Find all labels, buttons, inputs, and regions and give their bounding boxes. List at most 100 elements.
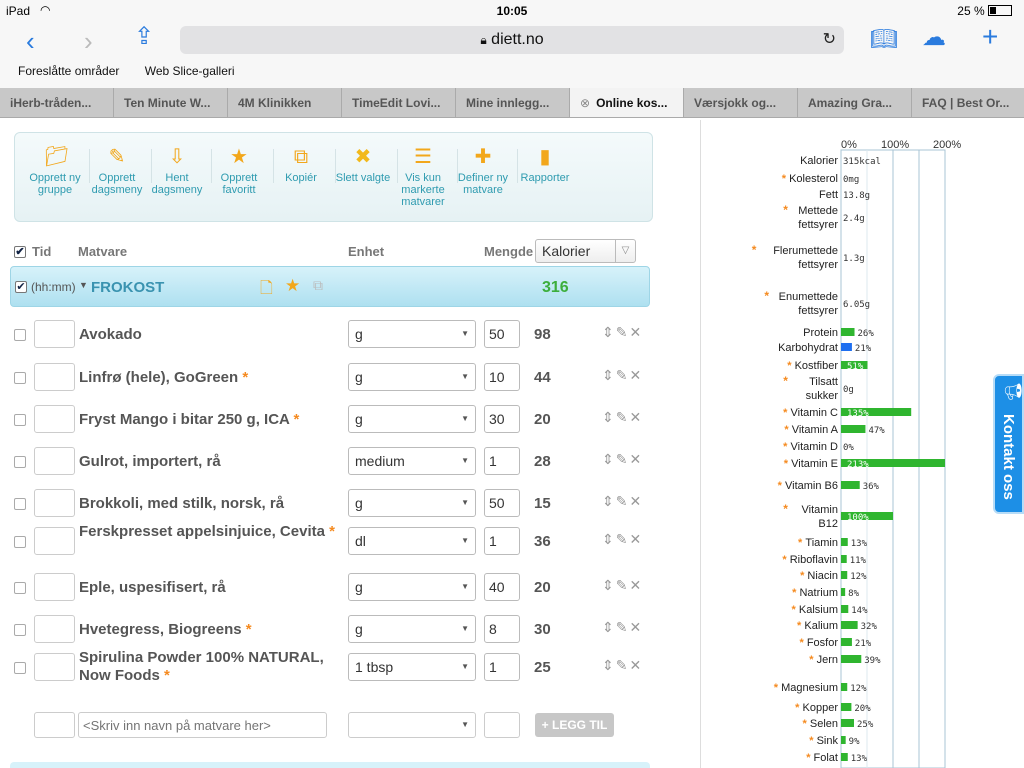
edit-icon[interactable]: ✎ [616,619,630,635]
unit-select[interactable]: dl ▼ [348,527,476,555]
address-bar[interactable]: 🔒︎ diett.no ↻ [180,26,844,54]
add-time-input[interactable] [34,712,75,738]
bookmark-item[interactable]: Web Slice-galleri [145,64,235,78]
close-tab-icon[interactable]: ⊗ [580,96,590,110]
delete-icon[interactable]: ✕ [629,451,643,467]
browser-tab[interactable]: Mine innlegg... [456,88,570,117]
move-icon[interactable]: ⇕ [602,531,616,547]
time-input[interactable] [34,363,75,391]
delete-icon[interactable]: ✕ [629,531,643,547]
move-icon[interactable]: ⇕ [602,367,616,383]
row-checkbox[interactable] [14,372,26,384]
move-icon[interactable]: ⇕ [602,619,616,635]
quantity-input[interactable]: 1 [484,527,520,555]
toolbar-define-food-button[interactable]: ✚ Definer ny matvare [451,147,515,196]
add-food-input[interactable] [78,712,327,738]
move-icon[interactable]: ⇕ [602,451,616,467]
browser-tab[interactable]: Værsjokk og... [684,88,798,117]
row-checkbox[interactable] [14,582,26,594]
edit-icon[interactable]: ✎ [616,324,630,340]
move-icon[interactable]: ⇕ [602,409,616,425]
edit-icon[interactable]: ✎ [616,657,630,673]
toolbar-edit-menu-button[interactable]: ✎ Opprett dagsmeny [85,147,149,196]
icloud-icon[interactable]: ☁︎ [922,25,946,51]
food-name[interactable]: Fryst Mango i bitar 250 g, ICA * [79,411,339,429]
time-input[interactable] [34,489,75,517]
add-unit-select[interactable]: ▼ [348,712,476,738]
quantity-input[interactable]: 10 [484,363,520,391]
time-input[interactable] [34,653,75,681]
add-food-button[interactable]: + LEGG TIL [535,713,614,737]
add-qty-input[interactable] [484,712,520,738]
row-checkbox[interactable] [14,624,26,636]
row-checkbox[interactable] [14,414,26,426]
delete-icon[interactable]: ✕ [629,577,643,593]
unit-select[interactable]: medium ▼ [348,447,476,475]
meal-checkbox[interactable] [15,281,27,293]
document-icon[interactable]: 🗋︎ [260,277,273,304]
browser-tab[interactable]: 4M Klinikken [228,88,342,117]
delete-icon[interactable]: ✕ [629,409,643,425]
food-name[interactable]: Avokado [79,326,339,344]
caret-down-icon[interactable]: ▼ [79,280,88,290]
time-input[interactable] [34,320,75,348]
browser-tab[interactable]: Ten Minute W... [114,88,228,117]
quantity-input[interactable]: 1 [484,447,520,475]
food-name[interactable]: Ferskpresset appelsinjuice, Cevita * [79,523,339,541]
unit-select[interactable]: g ▼ [348,615,476,643]
toolbar-list-button[interactable]: ☰ Vis kun markerte matvarer [391,147,455,208]
contact-tab[interactable]: 📢︎ Kontakt oss [993,374,1024,514]
unit-select[interactable]: g ▼ [348,320,476,348]
row-checkbox[interactable] [14,456,26,468]
toolbar-fetch-menu-button[interactable]: ⇩ Hent dagsmeny [145,147,209,196]
meal-time[interactable]: (hh:mm) [31,280,76,294]
toolbar-star-add-button[interactable]: ★ Opprett favoritt [207,147,271,196]
food-name[interactable]: Linfrø (hele), GoGreen * [79,369,339,387]
unit-select[interactable]: g ▼ [348,573,476,601]
toolbar-copy-button[interactable]: ⧉ Kopiér [269,147,333,184]
food-name[interactable]: Spirulina Powder 100% NATURAL, Now Foods… [79,649,339,685]
edit-icon[interactable]: ✎ [616,493,630,509]
nutrient-select[interactable]: Kalorier ▽ [535,239,636,263]
browser-tab[interactable]: TimeEdit Lovi... [342,88,456,117]
delete-icon[interactable]: ✕ [629,324,643,340]
delete-icon[interactable]: ✕ [629,619,643,635]
forward-icon[interactable]: › [84,28,93,54]
reload-icon[interactable]: ↻ [823,26,836,54]
move-icon[interactable]: ⇕ [602,577,616,593]
row-checkbox[interactable] [14,498,26,510]
quantity-input[interactable]: 30 [484,405,520,433]
edit-icon[interactable]: ✎ [616,451,630,467]
meal-header-frokost[interactable]: (hh:mm) ▼ FROKOST 🗋︎ ★ ⧉ 316 [10,266,650,307]
food-name[interactable]: Brokkoli, med stilk, norsk, rå [79,495,339,513]
share-icon[interactable]: ⇪ [134,24,154,50]
browser-tab[interactable]: Amazing Gra... [798,88,912,117]
food-name[interactable]: Eple, uspesifisert, rå [79,579,339,597]
star-icon[interactable]: ★ [285,276,300,296]
bookmarks-icon[interactable]: 📖︎ [870,26,898,52]
edit-icon[interactable]: ✎ [616,577,630,593]
bookmark-item[interactable]: Foreslåtte områder [18,64,119,78]
quantity-input[interactable]: 50 [484,320,520,348]
quantity-input[interactable]: 1 [484,653,520,681]
unit-select[interactable]: g ▼ [348,489,476,517]
copy-icon[interactable]: ⧉ [313,277,323,294]
row-checkbox[interactable] [14,536,26,548]
food-name[interactable]: Gulrot, importert, rå [79,453,339,471]
time-input[interactable] [34,405,75,433]
move-icon[interactable]: ⇕ [602,324,616,340]
time-input[interactable] [34,447,75,475]
browser-tab[interactable]: iHerb-tråden... [0,88,114,117]
back-icon[interactable]: ‹ [26,28,35,54]
row-checkbox[interactable] [14,329,26,341]
edit-icon[interactable]: ✎ [616,367,630,383]
unit-select[interactable]: g ▼ [348,363,476,391]
time-input[interactable] [34,527,75,555]
toolbar-bar-chart-button[interactable]: ▮ Rapporter [513,147,577,184]
move-icon[interactable]: ⇕ [602,657,616,673]
quantity-input[interactable]: 50 [484,489,520,517]
toolbar-delete-button[interactable]: ✖ Slett valgte [331,147,395,184]
time-input[interactable] [34,615,75,643]
browser-tab[interactable]: FAQ | Best Or... [912,88,1024,117]
unit-select[interactable]: g ▼ [348,405,476,433]
